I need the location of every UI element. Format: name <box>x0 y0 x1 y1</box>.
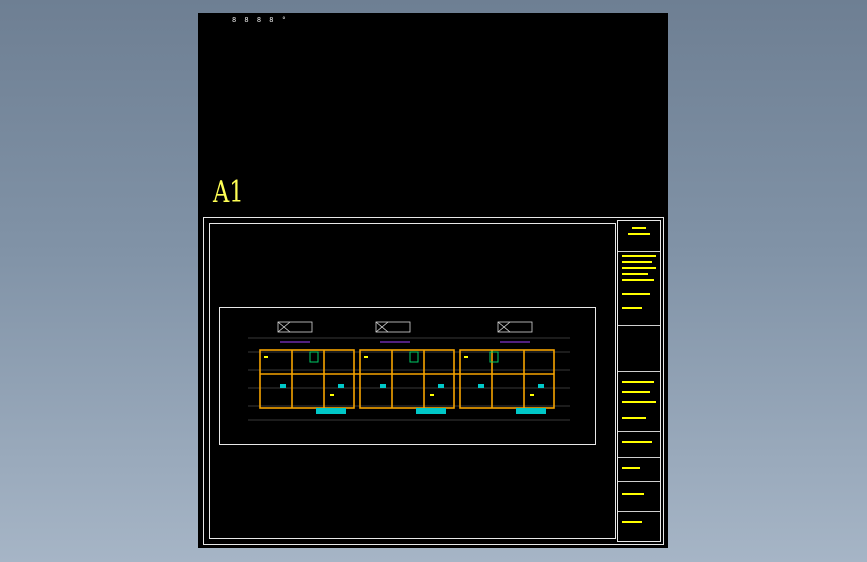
title-block[interactable] <box>617 220 661 542</box>
wall-outlines <box>259 349 555 409</box>
sheet-size-label: A1 <box>213 175 244 210</box>
sheet-top-label: 8 8 8 8 ° <box>232 16 288 24</box>
roof-boxes <box>277 321 533 333</box>
floor-plan-drawing <box>248 321 570 421</box>
floor-plan-viewport[interactable] <box>219 307 596 445</box>
fixtures <box>309 351 499 363</box>
drawing-sheet[interactable]: 8 8 8 8 ° A1 <box>198 13 668 548</box>
cad-viewer-background: { "drawing": { "top_label": "8 8 8 8 °",… <box>0 0 867 562</box>
pipes <box>280 384 546 414</box>
title-block-notes <box>622 227 656 523</box>
